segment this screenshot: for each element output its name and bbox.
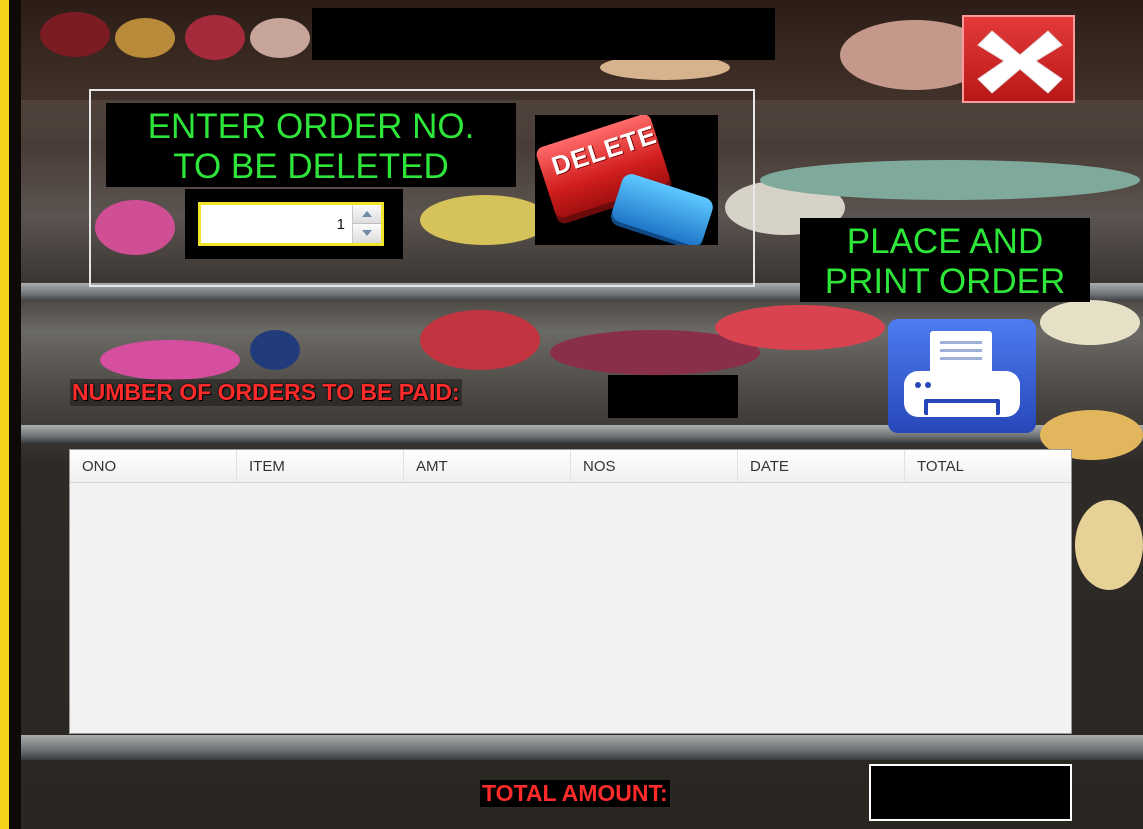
delete-prompt-line1: ENTER ORDER NO.: [147, 107, 475, 146]
window-left-edge: [0, 0, 21, 829]
spinner-up-button[interactable]: [353, 205, 381, 224]
spinner-down-button[interactable]: [353, 224, 381, 243]
column-header-nos[interactable]: NOS: [571, 450, 738, 482]
delete-prompt-line2: TO BE DELETED: [173, 147, 449, 187]
column-header-ono[interactable]: ONO: [70, 450, 237, 482]
close-x-icon: [977, 30, 1063, 94]
total-amount-label: TOTAL AMOUNT:: [480, 780, 670, 807]
orders-table[interactable]: ONO ITEM AMT NOS DATE TOTAL: [69, 449, 1072, 734]
print-order-button[interactable]: [888, 319, 1036, 433]
column-header-total[interactable]: TOTAL: [905, 450, 1071, 482]
delete-order-prompt: ENTER ORDER NO. TO BE DELETED: [106, 103, 516, 187]
order-number-spinner[interactable]: 1: [198, 202, 384, 246]
column-header-amt[interactable]: AMT: [404, 450, 571, 482]
column-header-item[interactable]: ITEM: [237, 450, 404, 482]
printer-icon: [904, 331, 1020, 417]
close-button[interactable]: [962, 15, 1075, 103]
delete-order-button[interactable]: DELETE: [535, 115, 718, 245]
orders-table-header: ONO ITEM AMT NOS DATE TOTAL: [70, 450, 1071, 483]
order-number-value[interactable]: 1: [337, 216, 345, 233]
title-bar-area: [312, 8, 775, 60]
orders-to-pay-label: NUMBER OF ORDERS TO BE PAID:: [70, 379, 462, 406]
place-print-line2: PRINT ORDER: [824, 262, 1066, 302]
spinner-buttons: [352, 205, 381, 243]
column-header-date[interactable]: DATE: [738, 450, 905, 482]
total-amount-value: [869, 764, 1072, 821]
orders-to-pay-value: [608, 375, 738, 418]
place-print-order-label: PLACE AND PRINT ORDER: [800, 218, 1090, 302]
place-print-line1: PLACE AND: [846, 222, 1044, 261]
